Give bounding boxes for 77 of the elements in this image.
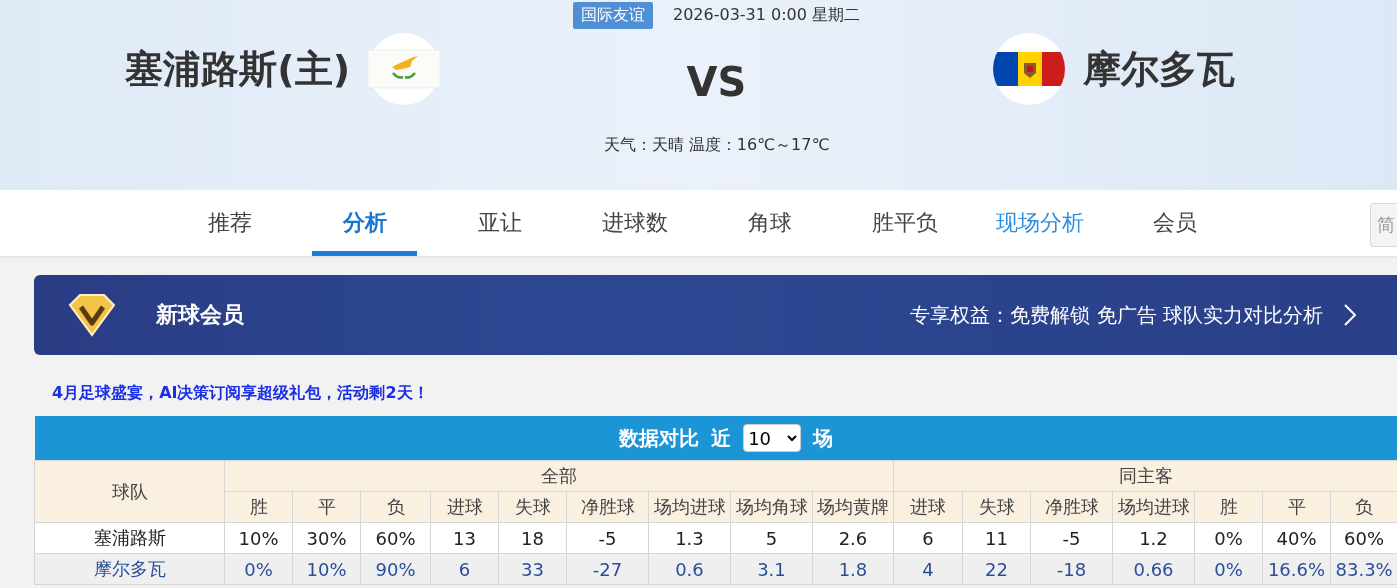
vip-banner[interactable]: 新球会员 专享权益：免费解锁 免广告 球队实力对比分析 [34, 275, 1397, 355]
table-cell: 13 [430, 522, 499, 554]
column-header: 失球 [962, 491, 1031, 523]
table-cell: 10% [292, 553, 361, 585]
recent-suffix: 场 [813, 424, 834, 452]
table-cell: 3.1 [730, 553, 813, 585]
chevron-right-icon [1341, 302, 1359, 328]
column-header: 场均角球 [730, 491, 813, 523]
table-cell: 60% [360, 522, 431, 554]
table-cell: 18 [498, 522, 567, 554]
group-header: 全部 [224, 460, 894, 492]
table-cell: 2.6 [812, 522, 894, 554]
table-cell: 30% [292, 522, 361, 554]
table-cell: 33 [498, 553, 567, 585]
column-header: 场均进球 [648, 491, 731, 523]
away-team-name: 摩尔多瓦 [1083, 45, 1235, 93]
nav-tab[interactable]: 胜平负 [852, 190, 957, 256]
group-header: 同主客 [893, 460, 1397, 492]
nav-tab[interactable]: 进球数 [582, 190, 687, 256]
table-cell: 1.3 [648, 522, 731, 554]
table-cell: -5 [566, 522, 649, 554]
vip-title: 新球会员 [156, 301, 244, 329]
table-cell: 83.3% [1330, 553, 1397, 585]
nav-tab[interactable]: 亚让 [447, 190, 552, 256]
vip-benefits: 专享权益：免费解锁 免广告 球队实力对比分析 [910, 301, 1323, 329]
table-cell: 1.2 [1112, 522, 1195, 554]
table-cell: 16.6% [1262, 553, 1331, 585]
versus-label: VS [686, 59, 747, 105]
table-cell: 4 [893, 553, 963, 585]
column-header: 失球 [498, 491, 567, 523]
count-select[interactable]: 10 [743, 424, 802, 452]
table-cell: 0.66 [1112, 553, 1195, 585]
home-team-name: 塞浦路斯(主) [125, 45, 350, 93]
cyprus-flag-icon [368, 33, 440, 105]
column-header: 进球 [893, 491, 963, 523]
competition-badge: 国际友谊 [572, 2, 653, 29]
column-header: 进球 [430, 491, 499, 523]
column-header: 胜 [224, 491, 293, 523]
column-header: 场均进球 [1112, 491, 1195, 523]
recent-prefix: 近 [711, 424, 732, 452]
table-cell: -18 [1030, 553, 1113, 585]
team-cell: 摩尔多瓦 [34, 553, 225, 585]
table-cell: 5 [730, 522, 813, 554]
table-cell: 6 [893, 522, 963, 554]
table-cell: 22 [962, 553, 1031, 585]
table-cell: 1.8 [812, 553, 894, 585]
table-cell: 60% [1330, 522, 1397, 554]
table-cell: 10% [224, 522, 293, 554]
table-cell: 40% [1262, 522, 1331, 554]
table-cell: 6 [430, 553, 499, 585]
column-header: 净胜球 [566, 491, 649, 523]
table-cell: -27 [566, 553, 649, 585]
weather-text: 天气：天晴 温度：16℃～17℃ [603, 135, 830, 156]
table-title: 数据对比 [619, 424, 700, 452]
team-cell: 塞浦路斯 [34, 522, 225, 554]
promo-link[interactable]: 4月足球盛宴，AI决策订阅享超级礼包，活动剩2天！ [52, 383, 429, 404]
nav-tab[interactable]: 角球 [717, 190, 822, 256]
column-header: 平 [292, 491, 361, 523]
nav-tab[interactable]: 分析 [312, 190, 417, 256]
column-header: 负 [1330, 491, 1397, 523]
column-header: 净胜球 [1030, 491, 1113, 523]
table-cell: 0% [1194, 522, 1263, 554]
nav-tab[interactable]: 推荐 [177, 190, 282, 256]
column-header: 胜 [1194, 491, 1263, 523]
table-cell: 0% [224, 553, 293, 585]
match-datetime: 2026-03-31 0:00 星期二 [672, 5, 861, 26]
table-cell: 0% [1194, 553, 1263, 585]
table-cell: 90% [360, 553, 431, 585]
moldova-flag-icon [993, 33, 1065, 105]
column-header: 球队 [34, 460, 225, 523]
column-header: 负 [360, 491, 431, 523]
column-header: 场均黄牌 [812, 491, 894, 523]
table-cell: 11 [962, 522, 1031, 554]
nav-tab[interactable]: 会员 [1122, 190, 1227, 256]
column-header: 平 [1262, 491, 1331, 523]
table-cell: 0.6 [648, 553, 731, 585]
table-cell: -5 [1030, 522, 1113, 554]
